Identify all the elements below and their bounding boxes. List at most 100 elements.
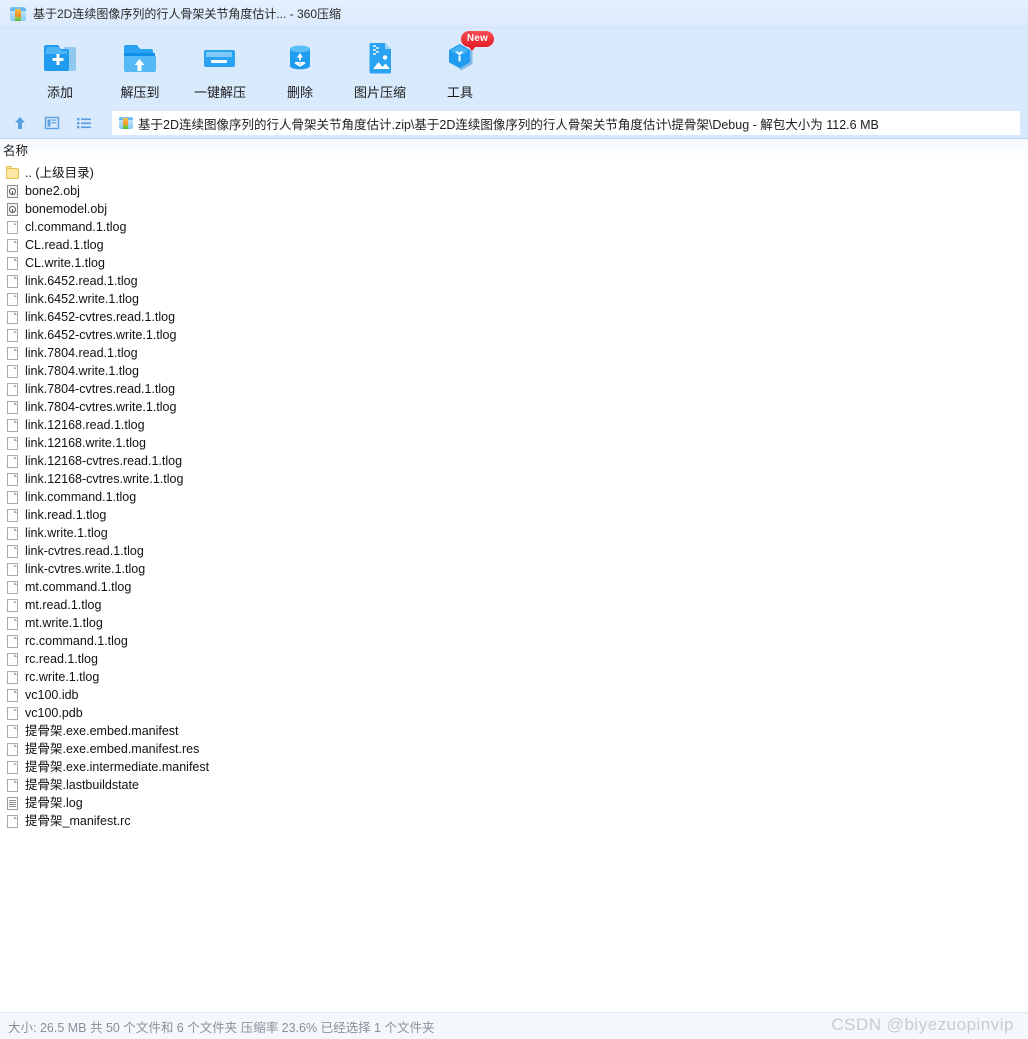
table-row[interactable]: link.7804.write.1.tlog bbox=[0, 362, 1028, 380]
table-row[interactable]: 提骨架_manifest.rc bbox=[0, 812, 1028, 830]
new-badge: New bbox=[460, 31, 494, 51]
file-name: .. (上级目录) bbox=[25, 166, 94, 180]
file-name: link.7804-cvtres.write.1.tlog bbox=[25, 400, 177, 414]
table-row[interactable]: rc.read.1.tlog bbox=[0, 650, 1028, 668]
obj-file-icon bbox=[6, 202, 19, 217]
table-row[interactable]: mt.read.1.tlog bbox=[0, 596, 1028, 614]
table-row[interactable]: 提骨架.log bbox=[0, 794, 1028, 812]
document-file-icon bbox=[6, 814, 19, 829]
table-row[interactable]: link.12168-cvtres.read.1.tlog bbox=[0, 452, 1028, 470]
file-name: bone2.obj bbox=[25, 184, 80, 198]
document-file-icon bbox=[6, 328, 19, 343]
table-row[interactable]: vc100.idb bbox=[0, 686, 1028, 704]
table-row[interactable]: link.7804-cvtres.read.1.tlog bbox=[0, 380, 1028, 398]
toolbar-label: 一键解压 bbox=[193, 85, 246, 100]
table-row[interactable]: cl.command.1.tlog bbox=[0, 218, 1028, 236]
table-row[interactable]: link.6452.write.1.tlog bbox=[0, 290, 1028, 308]
folder-add-icon bbox=[42, 40, 78, 76]
table-row[interactable]: link.command.1.tlog bbox=[0, 488, 1028, 506]
app-window: 基于2D连续图像序列的行人骨架关节角度估计... - 360压缩 添加 解压到 … bbox=[0, 0, 1028, 1039]
file-name: mt.read.1.tlog bbox=[25, 598, 102, 612]
obj-file-icon bbox=[6, 184, 19, 199]
file-name: rc.read.1.tlog bbox=[25, 652, 98, 666]
table-row[interactable]: 提骨架.exe.intermediate.manifest bbox=[0, 758, 1028, 776]
log-file-icon bbox=[6, 796, 19, 811]
file-name: link.6452.read.1.tlog bbox=[25, 274, 138, 288]
table-row[interactable]: 提骨架.exe.embed.manifest.res bbox=[0, 740, 1028, 758]
window-title: 基于2D连续图像序列的行人骨架关节角度估计... - 360压缩 bbox=[33, 7, 342, 21]
document-file-icon bbox=[6, 382, 19, 397]
table-row[interactable]: mt.command.1.tlog bbox=[0, 578, 1028, 596]
document-file-icon bbox=[6, 364, 19, 379]
table-row[interactable]: link.7804.read.1.tlog bbox=[0, 344, 1028, 362]
toolbar-button-tools[interactable]: New 工具 bbox=[420, 31, 500, 104]
document-file-icon bbox=[6, 508, 19, 523]
table-row[interactable]: link.6452-cvtres.read.1.tlog bbox=[0, 308, 1028, 326]
status-bar: 大小: 26.5 MB 共 50 个文件和 6 个文件夹 压缩率 23.6% 已… bbox=[0, 1012, 1028, 1039]
document-file-icon bbox=[6, 400, 19, 415]
table-row[interactable]: link.6452.read.1.tlog bbox=[0, 272, 1028, 290]
archive-folder-icon bbox=[119, 116, 133, 130]
list-view-icon[interactable] bbox=[74, 113, 94, 133]
file-name: link.12168-cvtres.read.1.tlog bbox=[25, 454, 183, 468]
table-row[interactable]: bone2.obj bbox=[0, 182, 1028, 200]
file-name: link.6452-cvtres.write.1.tlog bbox=[25, 328, 177, 342]
file-name: link.12168.read.1.tlog bbox=[25, 418, 145, 432]
table-row[interactable]: rc.write.1.tlog bbox=[0, 668, 1028, 686]
file-name: link.6452-cvtres.read.1.tlog bbox=[25, 310, 176, 324]
document-file-icon bbox=[6, 436, 19, 451]
table-row[interactable]: vc100.pdb bbox=[0, 704, 1028, 722]
document-file-icon bbox=[6, 742, 19, 757]
table-row[interactable]: link.write.1.tlog bbox=[0, 524, 1028, 542]
document-file-icon bbox=[6, 472, 19, 487]
recycle-bin-icon bbox=[282, 40, 318, 76]
document-file-icon bbox=[6, 490, 19, 505]
document-file-icon bbox=[6, 292, 19, 307]
preview-pane-icon[interactable] bbox=[42, 113, 62, 133]
file-name: link.12168-cvtres.write.1.tlog bbox=[25, 472, 184, 486]
table-row[interactable]: link.7804-cvtres.write.1.tlog bbox=[0, 398, 1028, 416]
file-name: bonemodel.obj bbox=[25, 202, 108, 216]
table-row[interactable]: link-cvtres.write.1.tlog bbox=[0, 560, 1028, 578]
main-toolbar: 添加 解压到 一键解压 删除 图片压缩 New 工具 bbox=[0, 28, 1028, 108]
table-row[interactable]: link.12168.read.1.tlog bbox=[0, 416, 1028, 434]
table-row[interactable]: CL.read.1.tlog bbox=[0, 236, 1028, 254]
table-row[interactable]: link.6452-cvtres.write.1.tlog bbox=[0, 326, 1028, 344]
up-arrow-icon[interactable] bbox=[10, 113, 30, 133]
toolbar-button-image-compress[interactable]: 图片压缩 bbox=[340, 34, 420, 104]
file-name: link.write.1.tlog bbox=[25, 526, 108, 540]
file-name: link.command.1.tlog bbox=[25, 490, 137, 504]
table-row[interactable]: link.12168.write.1.tlog bbox=[0, 434, 1028, 452]
toolbar-button-delete[interactable]: 删除 bbox=[260, 34, 340, 104]
list-item-parent-directory[interactable]: .. (上级目录) bbox=[0, 164, 1028, 182]
toolbar-button-add[interactable]: 添加 bbox=[20, 34, 100, 104]
table-row[interactable]: 提骨架.lastbuildstate bbox=[0, 776, 1028, 794]
file-name: mt.command.1.tlog bbox=[25, 580, 132, 594]
table-row[interactable]: link.read.1.tlog bbox=[0, 506, 1028, 524]
file-name: link-cvtres.read.1.tlog bbox=[25, 544, 144, 558]
file-list-panel: 名称 .. (上级目录) bone2.obj bonemodel.obj cl.com… bbox=[0, 138, 1028, 1012]
document-file-icon bbox=[6, 454, 19, 469]
table-row[interactable]: link.12168-cvtres.write.1.tlog bbox=[0, 470, 1028, 488]
file-name: vc100.idb bbox=[25, 688, 79, 702]
file-name: link-cvtres.write.1.tlog bbox=[25, 562, 146, 576]
toolbar-label: 工具 bbox=[446, 85, 473, 100]
table-row[interactable]: mt.write.1.tlog bbox=[0, 614, 1028, 632]
file-name: link.7804-cvtres.read.1.tlog bbox=[25, 382, 176, 396]
table-row[interactable]: 提骨架.exe.embed.manifest bbox=[0, 722, 1028, 740]
toolbar-button-onekey-extract[interactable]: 一键解压 bbox=[180, 34, 260, 104]
file-name: link.7804.read.1.tlog bbox=[25, 346, 138, 360]
navigation-bar: 基于2D连续图像序列的行人骨架关节角度估计.zip\基于2D连续图像序列的行人骨… bbox=[0, 108, 1028, 138]
table-row[interactable]: bonemodel.obj bbox=[0, 200, 1028, 218]
document-file-icon bbox=[6, 724, 19, 739]
table-row[interactable]: rc.command.1.tlog bbox=[0, 632, 1028, 650]
file-name: CL.write.1.tlog bbox=[25, 256, 105, 270]
path-address-bar[interactable]: 基于2D连续图像序列的行人骨架关节角度估计.zip\基于2D连续图像序列的行人骨… bbox=[112, 111, 1020, 135]
document-file-icon bbox=[6, 220, 19, 235]
file-name: rc.command.1.tlog bbox=[25, 634, 128, 648]
document-file-icon bbox=[6, 310, 19, 325]
document-file-icon bbox=[6, 760, 19, 775]
toolbar-button-extract-to[interactable]: 解压到 bbox=[100, 34, 180, 104]
table-row[interactable]: CL.write.1.tlog bbox=[0, 254, 1028, 272]
table-row[interactable]: link-cvtres.read.1.tlog bbox=[0, 542, 1028, 560]
